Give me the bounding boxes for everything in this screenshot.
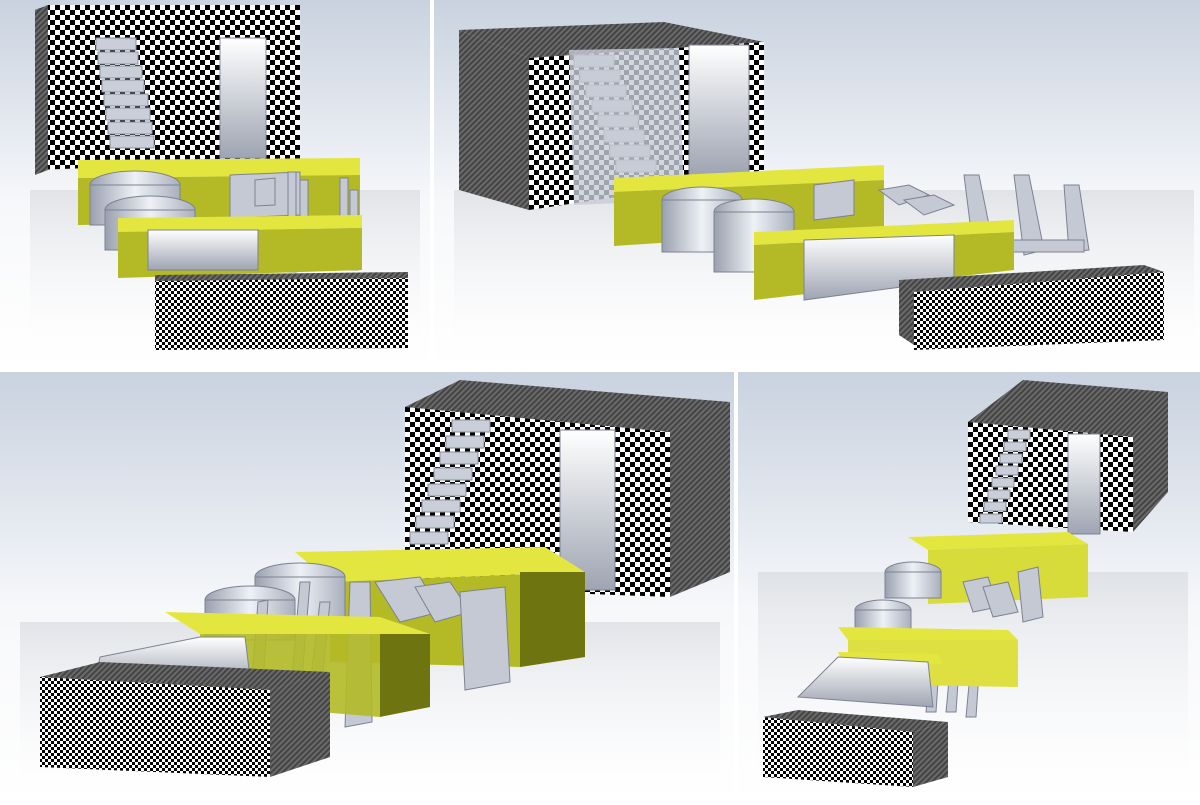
front-block <box>40 677 270 777</box>
render-view-3 <box>0 372 734 805</box>
render-view-4 <box>738 372 1200 805</box>
course-model-view-2 <box>454 22 1194 360</box>
landing-ramp <box>147 229 259 271</box>
cad-render-grid <box>0 0 1200 805</box>
course-model-view-1 <box>30 5 420 360</box>
course-model-view-3 <box>20 380 730 802</box>
render-view-1 <box>0 0 430 368</box>
quarter-pipe <box>688 44 750 176</box>
quarter-pipe <box>1067 433 1101 535</box>
course-model-view-4 <box>758 380 1188 802</box>
quarter-pipe <box>219 37 267 159</box>
front-block <box>155 275 408 350</box>
render-view-2 <box>434 0 1200 368</box>
